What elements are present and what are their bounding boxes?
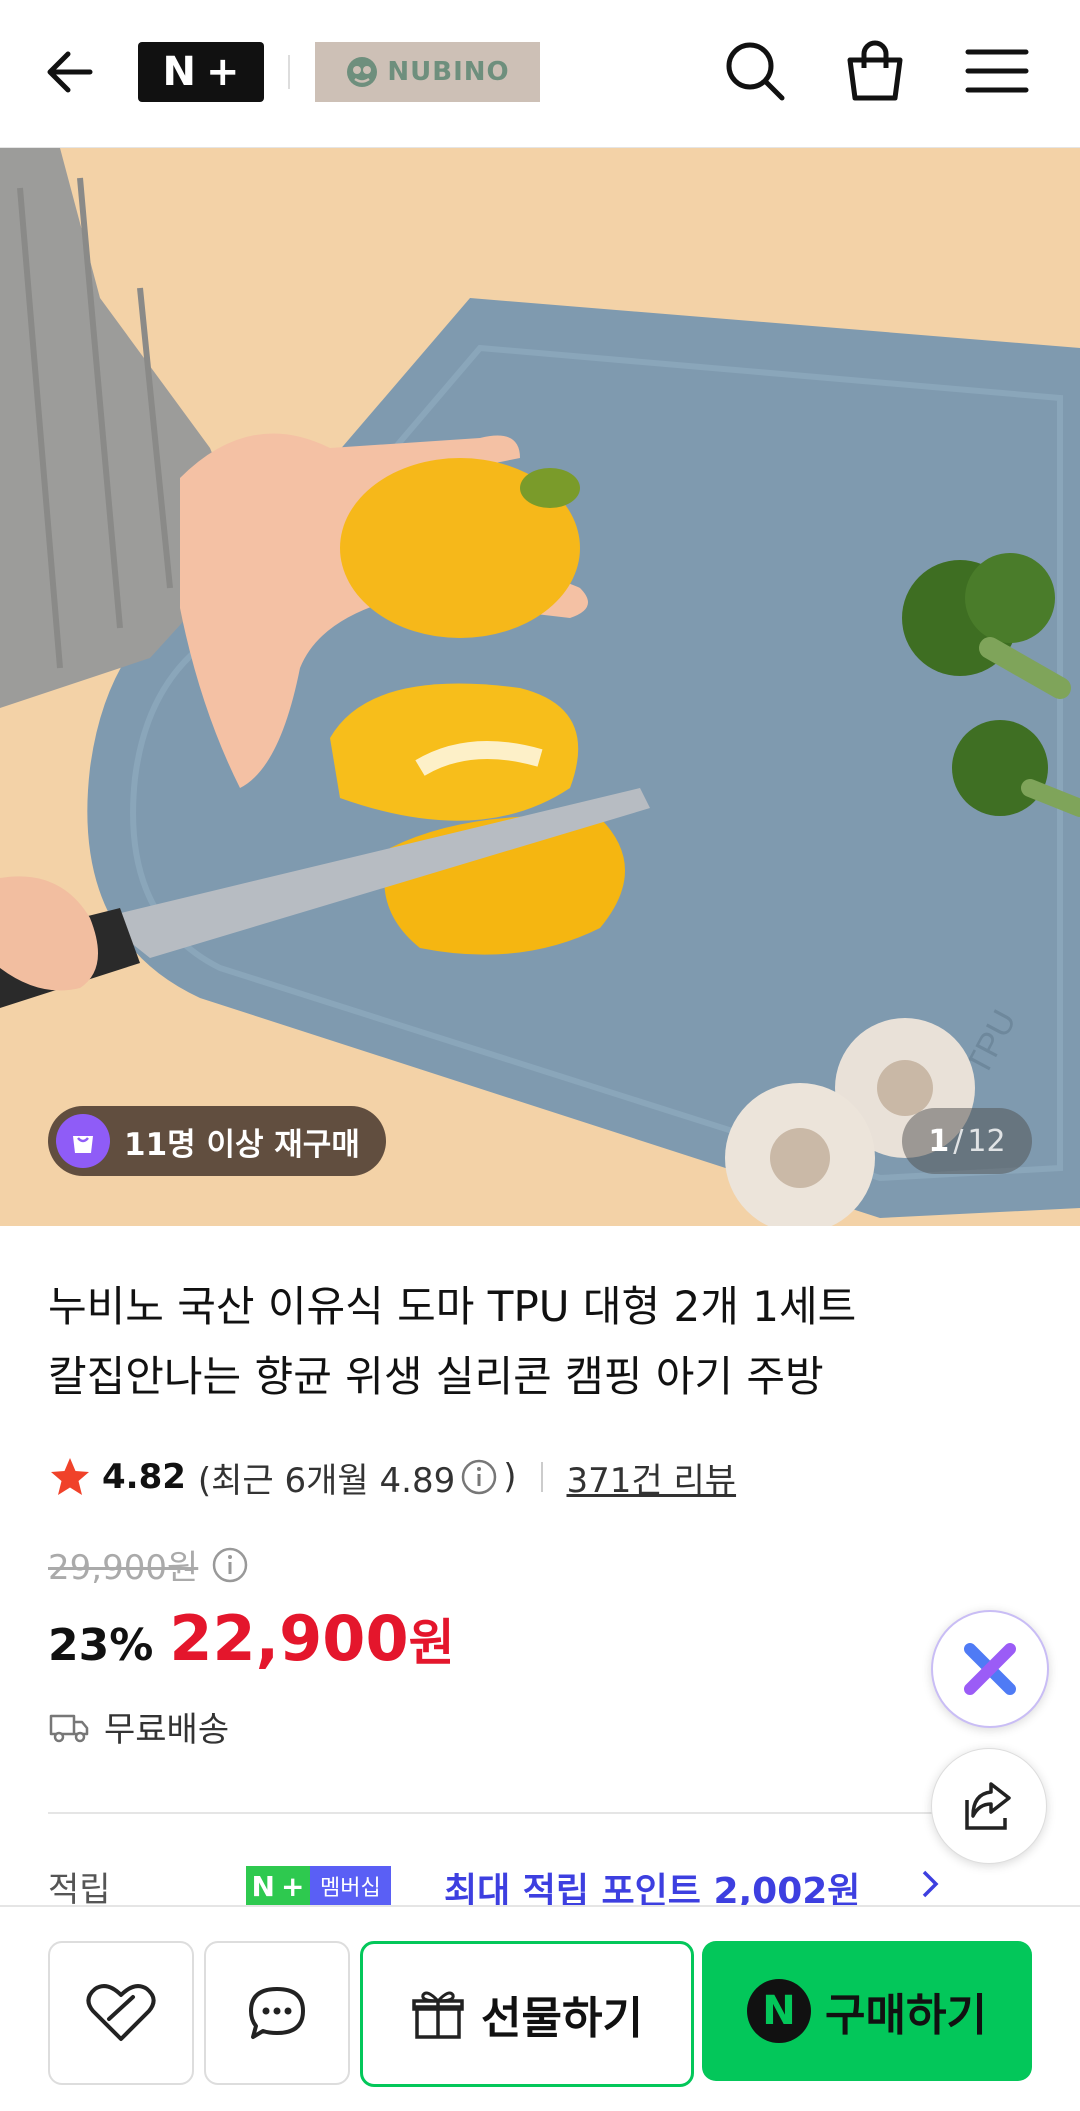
search-icon[interactable] [722, 38, 788, 104]
membership-badge: N + 멤버십 [246, 1866, 391, 1906]
rebuy-badge: 11명 이상 재구매 [48, 1106, 386, 1176]
image-pager: 1 / 12 [902, 1108, 1032, 1174]
shopping-bag-badge-icon [56, 1114, 110, 1168]
section-divider [48, 1812, 1032, 1814]
nplus-plus: + [205, 49, 240, 95]
chat-bubble-icon [249, 1987, 305, 2039]
price-info-icon[interactable] [210, 1545, 250, 1585]
points-label: 적립 [48, 1870, 111, 1906]
buy-button[interactable]: N 구매하기 [702, 1941, 1032, 2081]
header-divider [288, 55, 290, 89]
wishlist-button[interactable] [48, 1941, 194, 2085]
info-icon[interactable] [459, 1457, 499, 1497]
recent-rating-close: ) [503, 1457, 517, 1497]
brand-name: NUBINO [387, 57, 510, 87]
star-icon [51, 1458, 89, 1495]
product-image-gallery[interactable]: TPU 11명 이상 재구매 1 / 12 [0, 148, 1080, 1226]
share-button[interactable] [931, 1748, 1047, 1864]
points-row[interactable]: 적립 N + 멤버십 최대 적립 포인트 2,002원 [48, 1862, 1048, 1906]
rating-score: 4.82 [102, 1457, 186, 1497]
pager-current: 1 [928, 1123, 950, 1159]
gift-button[interactable]: 선물하기 [360, 1941, 694, 2087]
recent-rating: (최근 6개월 4.89 [197, 1460, 456, 1501]
share-icon [965, 1782, 1011, 1830]
pager-slash: / [953, 1123, 964, 1159]
back-arrow-icon[interactable] [42, 42, 102, 102]
shopping-bag-icon[interactable] [842, 38, 908, 104]
gift-label: 선물하기 [481, 1993, 643, 2044]
chevron-right-icon [922, 1870, 939, 1898]
product-title-line2: 칼집안나는 향균 위생 실리콘 캠핑 아기 주방 [48, 1352, 824, 1401]
product-title-line1: 누비노 국산 이유식 도마 TPU 대형 2개 1세트 [48, 1282, 857, 1331]
ai-assistant-button[interactable] [931, 1610, 1049, 1728]
top-header: N + NUBINO [0, 0, 1080, 149]
membership-label: 멤버십 [310, 1866, 391, 1906]
hamburger-menu-icon[interactable] [964, 38, 1030, 104]
currency-unit: 원 [408, 1614, 455, 1672]
gift-icon [412, 1991, 464, 2039]
original-price: 29,900원 [48, 1548, 199, 1588]
rating-row: 4.82 (최근 6개월 4.89 ) 371건 리뷰 [48, 1452, 736, 1502]
naver-plus-logo[interactable]: N + [138, 42, 264, 102]
ai-sparkle-icon [964, 1643, 1016, 1695]
talktalk-button[interactable] [204, 1941, 350, 2085]
truck-icon [49, 1714, 89, 1742]
sale-price-row: 23% 22,900 원 [48, 1602, 455, 1675]
pager-total: 12 [967, 1123, 1006, 1159]
review-count-link[interactable]: 371건 리뷰 [567, 1453, 737, 1502]
product-title: 누비노 국산 이유식 도마 TPU 대형 2개 1세트 칼집안나는 향균 위생 … [48, 1272, 1008, 1412]
brand-emblem-icon [347, 57, 378, 87]
product-photo: TPU [0, 148, 1080, 1226]
naver-pay-n-icon: N [747, 1979, 812, 2043]
shipping-text: 무료배송 [104, 1710, 230, 1750]
shipping-row: 무료배송 [48, 1702, 229, 1751]
sale-price: 22,900 [169, 1602, 409, 1675]
nplus-n: N [162, 49, 196, 95]
buy-label: 구매하기 [825, 1990, 987, 2041]
max-points-text: 최대 적립 포인트 2,002원 [444, 1871, 861, 1906]
original-price-row: 29,900원 [48, 1540, 250, 1589]
rating-separator [540, 1462, 543, 1492]
discount-rate: 23% [48, 1620, 154, 1671]
bottom-action-bar: 선물하기 N 구매하기 [0, 1905, 1080, 2111]
rebuy-badge-text: 11명 이상 재구매 [124, 1126, 360, 1163]
heart-icon [86, 1984, 156, 2041]
membership-n: N + [246, 1866, 310, 1906]
brand-logo[interactable]: NUBINO [315, 42, 540, 102]
